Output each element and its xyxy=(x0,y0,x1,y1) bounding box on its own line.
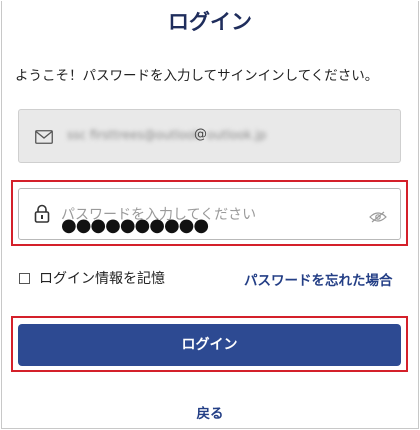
email-value-obscured: ssc firsttrees@outlook xyxy=(67,128,201,142)
page-title: ログイン xyxy=(168,10,252,34)
mail-icon xyxy=(35,129,53,144)
login-button[interactable]: ログイン xyxy=(18,324,401,366)
email-field[interactable]: ssc firsttrees@outlook @ outlook.jp xyxy=(18,109,401,163)
lock-icon xyxy=(34,204,50,223)
back-link[interactable]: 戻る xyxy=(0,402,420,422)
email-domain-obscured: outlook.jp xyxy=(207,128,267,142)
remember-me-label: ログイン情報を記憶 xyxy=(39,271,165,287)
eye-icon[interactable] xyxy=(369,208,387,223)
forgot-password-link[interactable]: パスワードを忘れた場合 xyxy=(244,269,393,289)
remember-me-checkbox[interactable] xyxy=(19,272,30,284)
welcome-message: ようこそ！パスワードを入力してサインインしてください。 xyxy=(15,68,379,84)
password-masked-value: ●●●●●●●●●● xyxy=(61,215,209,236)
password-field[interactable]: パスワードを入力してください ●●●●●●●●●● xyxy=(18,188,401,240)
email-at-sign: @ xyxy=(194,127,207,142)
remember-me[interactable]: ログイン情報を記憶 xyxy=(19,268,165,288)
